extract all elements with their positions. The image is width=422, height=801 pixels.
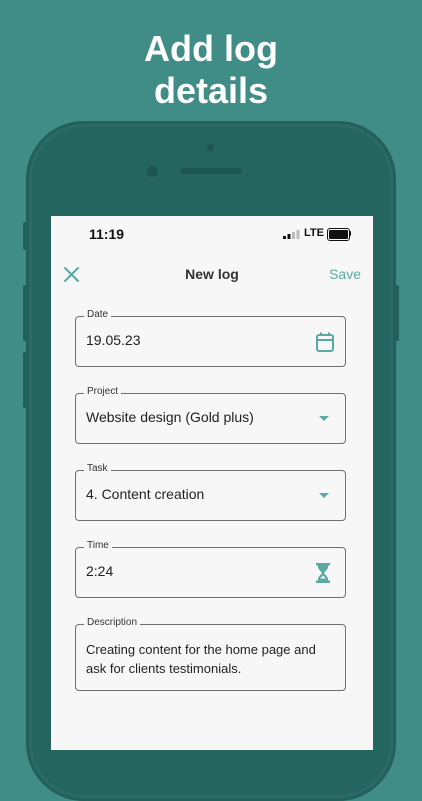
battery-icon [327,228,350,241]
headline-line-1: Add log [144,28,278,69]
time-label: Time [84,540,112,551]
page-title: New log [185,266,239,282]
description-field[interactable]: Description Creating content for the hom… [75,617,346,691]
earpiece-speaker [180,168,242,174]
date-field[interactable]: Date 19.05.23 [75,309,346,367]
date-value: 19.05.23 [86,332,141,348]
phone-side-button-power [395,285,399,341]
status-time: 11:19 [89,226,125,242]
time-value: 2:24 [86,563,114,579]
task-value: 4. Content creation [86,486,205,502]
phone-screen: 11:19 LTE New log Save Date 19.05.23 Pro… [51,216,373,750]
dropdown-arrow-icon[interactable] [319,416,329,421]
phone-side-button-mute [23,222,27,250]
project-select[interactable]: Project Website design (Gold plus) [75,386,346,444]
calendar-icon[interactable] [315,331,335,353]
description-label: Description [84,617,141,628]
description-value: Creating content for the home page and a… [86,642,316,676]
headline: Add log details [0,28,422,112]
status-bar: 11:19 LTE [51,216,373,252]
battery-tip [349,231,351,236]
time-field[interactable]: Time 2:24 [75,540,346,598]
task-label: Task [84,463,111,474]
signal-icon [283,230,300,239]
phone-side-button-volume-up [23,285,27,341]
app-bar: New log Save [51,256,373,292]
date-label: Date [84,309,112,320]
network-type: LTE [304,227,324,239]
front-camera [147,166,158,177]
project-label: Project [84,386,122,397]
save-button[interactable]: Save [329,266,361,282]
phone-side-button-volume-down [23,352,27,408]
task-select[interactable]: Task 4. Content creation [75,463,346,521]
front-sensor [207,144,214,151]
headline-line-2: details [153,70,269,111]
dropdown-arrow-icon[interactable] [319,493,329,498]
project-value: Website design (Gold plus) [86,409,254,425]
hourglass-icon[interactable] [315,562,331,584]
